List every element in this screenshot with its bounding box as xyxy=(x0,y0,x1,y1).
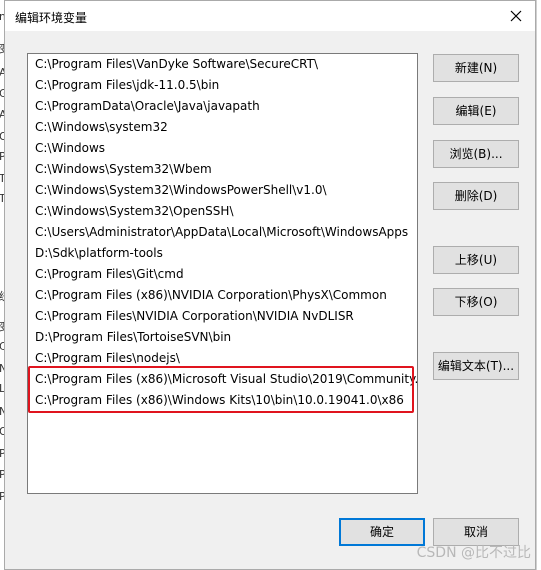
edit-text-button[interactable]: 编辑文本(T)... xyxy=(433,352,519,380)
path-list-item[interactable]: C:\Program Files (x86)\Windows Kits\10\b… xyxy=(28,390,417,411)
path-list-item[interactable]: C:\Windows\System32\WindowsPowerShell\v1… xyxy=(28,180,417,201)
path-list-item[interactable]: C:\Windows\System32\Wbem xyxy=(28,159,417,180)
path-list-item[interactable]: C:\Users\Administrator\AppData\Local\Mic… xyxy=(28,222,417,243)
path-list-item[interactable]: C:\Windows\system32 xyxy=(28,117,417,138)
watermark: CSDN @比不过比 xyxy=(416,545,531,561)
path-list-item[interactable]: D:\Sdk\platform-tools xyxy=(28,243,417,264)
path-list-item[interactable]: C:\Program Files\jdk-11.0.5\bin xyxy=(28,75,417,96)
delete-button[interactable]: 删除(D) xyxy=(433,182,519,210)
title-bar: 编辑环境变量 xyxy=(5,1,535,31)
path-list-item[interactable]: C:\Program Files\VanDyke Software\Secure… xyxy=(28,54,417,75)
path-list-item[interactable]: C:\Windows\System32\OpenSSH\ xyxy=(28,201,417,222)
path-list-item[interactable]: D:\Program Files\TortoiseSVN\bin xyxy=(28,327,417,348)
dialog-title: 编辑环境变量 xyxy=(15,11,88,25)
path-list-item[interactable]: C:\Program Files (x86)\NVIDIA Corporatio… xyxy=(28,285,417,306)
close-button[interactable] xyxy=(505,5,527,27)
background-window-edge xyxy=(536,0,541,570)
browse-button[interactable]: 浏览(B)... xyxy=(433,140,519,168)
path-list-item[interactable]: C:\Windows xyxy=(28,138,417,159)
new-button[interactable]: 新建(N) xyxy=(433,54,519,82)
edit-env-dialog: 编辑环境变量 C:\Program Files\VanDyke Software… xyxy=(4,0,536,570)
close-icon xyxy=(510,10,522,22)
path-list[interactable]: C:\Program Files\VanDyke Software\Secure… xyxy=(27,53,418,494)
ok-button[interactable]: 确定 xyxy=(339,518,425,546)
path-list-item[interactable]: C:\Program Files (x86)\Microsoft Visual … xyxy=(28,369,417,390)
path-list-item[interactable]: C:\Program Files\NVIDIA Corporation\NVID… xyxy=(28,306,417,327)
path-list-item[interactable]: C:\Program Files\nodejs\ xyxy=(28,348,417,369)
path-list-item[interactable]: C:\ProgramData\Oracle\Java\javapath xyxy=(28,96,417,117)
edit-button[interactable]: 编辑(E) xyxy=(433,97,519,125)
move-down-button[interactable]: 下移(O) xyxy=(433,288,519,316)
path-list-item[interactable]: C:\Program Files\Git\cmd xyxy=(28,264,417,285)
move-up-button[interactable]: 上移(U) xyxy=(433,246,519,274)
